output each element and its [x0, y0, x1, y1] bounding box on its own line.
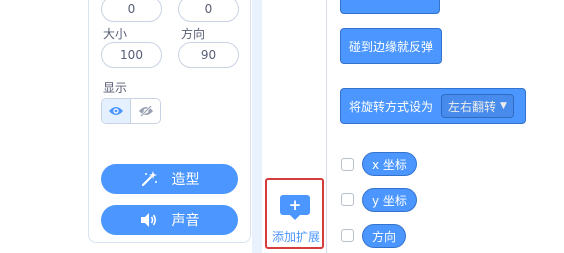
y-position-reporter[interactable]: y 坐标	[362, 188, 417, 212]
direction-input[interactable]: 90	[178, 42, 239, 68]
hide-sprite-button[interactable]	[131, 99, 160, 123]
eye-slash-icon	[138, 105, 153, 117]
bounce-on-edge-block[interactable]: 碰到边缘就反弹	[340, 28, 442, 64]
visibility-toggle	[101, 98, 161, 124]
costumes-tab-button[interactable]: 造型	[101, 164, 238, 194]
rotation-style-value: 左右翻转	[448, 99, 497, 114]
x-position-checkbox[interactable]	[341, 158, 354, 171]
show-label: 显示	[103, 81, 128, 95]
dropdown-arrow-icon: ▼	[500, 101, 507, 111]
sounds-tab-button[interactable]: 声音	[101, 205, 238, 235]
left-background	[0, 0, 88, 253]
magic-wand-icon	[141, 171, 157, 187]
bounce-block-label: 碰到边缘就反弹	[349, 39, 434, 54]
y-reporter-label: y 坐标	[372, 193, 407, 208]
direction-reporter-label: 方向	[372, 229, 397, 244]
direction-checkbox[interactable]	[341, 229, 354, 242]
x-position-reporter[interactable]: x 坐标	[362, 152, 417, 176]
panel-gap	[252, 0, 262, 253]
sounds-label: 声音	[171, 213, 200, 229]
set-rotation-style-block[interactable]: 将旋转方式设为 左右翻转 ▼	[340, 88, 526, 124]
costumes-label: 造型	[171, 172, 200, 188]
size-input[interactable]: 100	[101, 42, 162, 68]
y-position-input[interactable]: 0	[178, 0, 239, 22]
direction-label: 方向	[181, 27, 206, 41]
speaker-icon	[140, 213, 156, 227]
y-position-checkbox[interactable]	[341, 193, 354, 206]
add-extension-icon[interactable]: +	[280, 195, 310, 220]
rotation-block-label: 将旋转方式设为	[349, 99, 434, 114]
column-divider	[326, 0, 327, 253]
eye-icon	[109, 107, 123, 115]
rotation-style-dropdown[interactable]: 左右翻转 ▼	[441, 94, 514, 118]
x-reporter-label: x 坐标	[372, 157, 407, 172]
add-extension-button[interactable]: 添加扩展	[270, 228, 322, 245]
direction-reporter[interactable]: 方向	[362, 224, 407, 248]
size-label: 大小	[103, 27, 128, 41]
show-sprite-button[interactable]	[102, 99, 131, 123]
x-position-input[interactable]: 0	[101, 0, 162, 22]
block-top-stub[interactable]	[340, 0, 440, 14]
